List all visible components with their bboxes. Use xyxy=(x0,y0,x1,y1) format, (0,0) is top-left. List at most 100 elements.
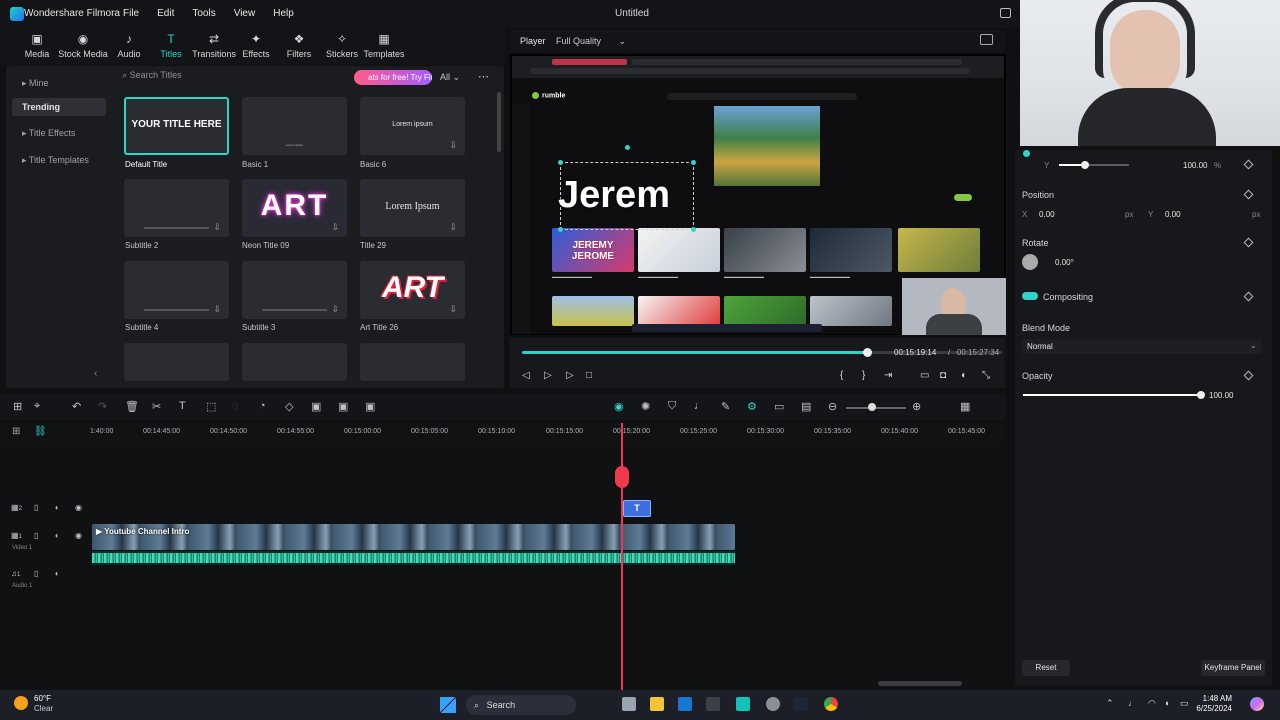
tray-chevron-icon[interactable]: ⌃ xyxy=(1106,698,1114,709)
lock-icon[interactable] xyxy=(1023,150,1030,157)
taskbar-search[interactable]: ⌕ Search xyxy=(466,695,576,715)
resize-handle[interactable] xyxy=(558,160,563,165)
title-card[interactable] xyxy=(124,343,229,381)
file-explorer-icon[interactable] xyxy=(650,697,664,711)
settings-icon[interactable]: ✺ xyxy=(641,400,650,413)
sidebar-item-mine[interactable]: ▸ Mine xyxy=(12,74,106,92)
preview-canvas[interactable]: rumble JEREMY JEROME ▬▬▬▬▬▬▬▬▬▬ ▬▬▬▬▬▬▬▬… xyxy=(510,54,1006,335)
link-icon[interactable]: ⛓ xyxy=(34,426,47,437)
keyframe-diamond-icon[interactable] xyxy=(1243,291,1254,302)
fullscreen-icon[interactable]: ⤡ xyxy=(982,370,990,381)
layout-grid-icon[interactable]: ⊞ xyxy=(13,400,22,413)
pip-icon[interactable]: ▭ xyxy=(774,400,784,413)
keyframe-diamond-icon[interactable] xyxy=(1243,370,1254,381)
rotate-value[interactable]: 0.00° xyxy=(1055,258,1074,267)
copilot-icon[interactable] xyxy=(1250,697,1264,711)
rotate-dial[interactable] xyxy=(1022,254,1038,270)
tool-stock-media[interactable]: ◉ Stock Media xyxy=(58,32,108,59)
resize-handle[interactable] xyxy=(691,160,696,165)
folder-icon[interactable]: ▯ xyxy=(34,531,38,540)
audio-waveform[interactable] xyxy=(92,551,735,565)
add-track-icon[interactable]: ⊞ xyxy=(12,426,20,437)
clock-time[interactable]: 1:48 AM xyxy=(1196,694,1232,703)
speaker-icon[interactable]: ◖ xyxy=(1164,698,1169,708)
collapse-sidebar-icon[interactable]: ‹ xyxy=(94,368,97,379)
ai-icon[interactable]: ▣ xyxy=(338,400,348,413)
mic-tray-icon[interactable]: ♩ xyxy=(1128,698,1137,708)
overlay-title-text[interactable]: Jerem xyxy=(558,174,670,217)
scale-value[interactable]: 100.00 xyxy=(1183,161,1207,170)
battery-icon[interactable]: ▭ xyxy=(1180,698,1189,709)
camera-icon[interactable]: ◘ xyxy=(940,370,946,381)
keyframe-diamond-icon[interactable] xyxy=(1243,237,1254,248)
download-icon[interactable]: ⇩ xyxy=(331,304,339,315)
titles-scrollbar[interactable] xyxy=(497,92,501,152)
select-tool-icon[interactable]: ⌖ xyxy=(34,400,40,413)
caption-icon[interactable]: ▤ xyxy=(801,400,811,413)
blend-mode-dropdown[interactable]: Normal ⌄ xyxy=(1022,339,1262,354)
download-icon[interactable]: ⇩ xyxy=(213,222,221,233)
tool-templates[interactable]: ▦ Templates xyxy=(359,32,409,59)
task-view-icon[interactable] xyxy=(622,697,636,711)
snapshot-icon[interactable] xyxy=(980,34,993,45)
display-icon[interactable]: ▭ xyxy=(920,370,929,381)
effect-icon[interactable]: ◌ xyxy=(232,400,239,412)
keyframe-panel-button[interactable]: Keyframe Panel xyxy=(1201,660,1265,676)
sidebar-item-title-effects[interactable]: ▸ Title Effects xyxy=(12,124,106,142)
play-icon[interactable]: ▷ xyxy=(566,370,574,381)
more-options-icon[interactable]: ⋯ xyxy=(478,70,489,83)
download-icon[interactable]: ⇩ xyxy=(331,222,339,233)
title-card[interactable] xyxy=(242,343,347,381)
resize-handle[interactable] xyxy=(691,227,696,232)
eye-icon[interactable]: ◉ xyxy=(75,503,82,512)
rotate-handle[interactable] xyxy=(625,145,630,150)
zoom-slider[interactable] xyxy=(846,407,906,409)
cut-icon[interactable]: ✂ xyxy=(152,400,161,413)
crop-icon[interactable]: ⬚ xyxy=(206,400,216,413)
playhead-line[interactable] xyxy=(621,423,623,693)
title-card-title-29[interactable]: Lorem Ipsum ⇩ xyxy=(360,179,465,237)
title-card-subtitle-3[interactable]: ⇩ xyxy=(242,261,347,319)
folder-icon[interactable]: ▯ xyxy=(34,569,38,578)
mask-icon[interactable]: ▣ xyxy=(365,400,375,413)
insert-icon[interactable]: ⇥ xyxy=(884,370,892,381)
play-alt-icon[interactable]: ▷ xyxy=(544,370,552,381)
scale-slider-knob[interactable] xyxy=(1081,161,1089,169)
mic-icon[interactable]: ♩ xyxy=(694,400,705,412)
stop-icon[interactable]: □ xyxy=(586,370,592,381)
outlook-icon[interactable] xyxy=(678,697,692,711)
title-card[interactable] xyxy=(360,343,465,381)
reset-button[interactable]: Reset xyxy=(1022,660,1070,676)
timeline-tracks[interactable] xyxy=(0,443,1005,688)
menu-edit[interactable]: Edit xyxy=(157,8,174,19)
download-icon[interactable]: ⇩ xyxy=(213,304,221,315)
color-icon[interactable]: ◇ xyxy=(285,400,293,413)
download-icon[interactable]: ⇩ xyxy=(449,140,457,151)
pos-y-input[interactable]: 0.00 xyxy=(1165,210,1181,219)
text-icon[interactable]: T xyxy=(179,400,186,412)
volume-icon[interactable]: ◖ xyxy=(960,370,966,381)
title-card-art-title-26[interactable]: ART ⇩ xyxy=(360,261,465,319)
render-icon[interactable]: ◉ xyxy=(614,400,624,413)
title-card-basic-6[interactable]: Lorem ipsum ⇩ xyxy=(360,97,465,155)
filter-dropdown[interactable]: All ⌄ xyxy=(440,72,460,83)
menu-view[interactable]: View xyxy=(234,8,256,19)
title-card-neon-title-09[interactable]: ART ⇩ xyxy=(242,179,347,237)
filmora-taskbar-icon[interactable] xyxy=(736,697,750,711)
title-card-default[interactable]: YOUR TITLE HERE xyxy=(124,97,229,155)
snap-icon[interactable]: ⚙ xyxy=(747,400,757,413)
zoom-slider-knob[interactable] xyxy=(868,403,876,411)
video-clip[interactable]: ▶ Youtube Channel Intro xyxy=(92,524,735,550)
title-clip[interactable]: T xyxy=(623,500,651,517)
search-titles[interactable]: ⌕ Search Titles xyxy=(122,70,362,84)
speed-icon[interactable]: ◔ xyxy=(259,400,266,412)
title-card-subtitle-4[interactable]: ⇩ xyxy=(124,261,229,319)
progress-knob[interactable] xyxy=(863,348,872,357)
pos-x-input[interactable]: 0.00 xyxy=(1039,210,1055,219)
opacity-value[interactable]: 100.00 xyxy=(1209,391,1233,400)
shield-icon[interactable]: ⛉ xyxy=(668,400,676,413)
keyframe-diamond-icon[interactable] xyxy=(1243,189,1254,200)
download-icon[interactable]: ⇩ xyxy=(449,222,457,233)
player-tab[interactable]: Player xyxy=(520,36,546,46)
redo-icon[interactable]: ↷ xyxy=(98,400,107,413)
